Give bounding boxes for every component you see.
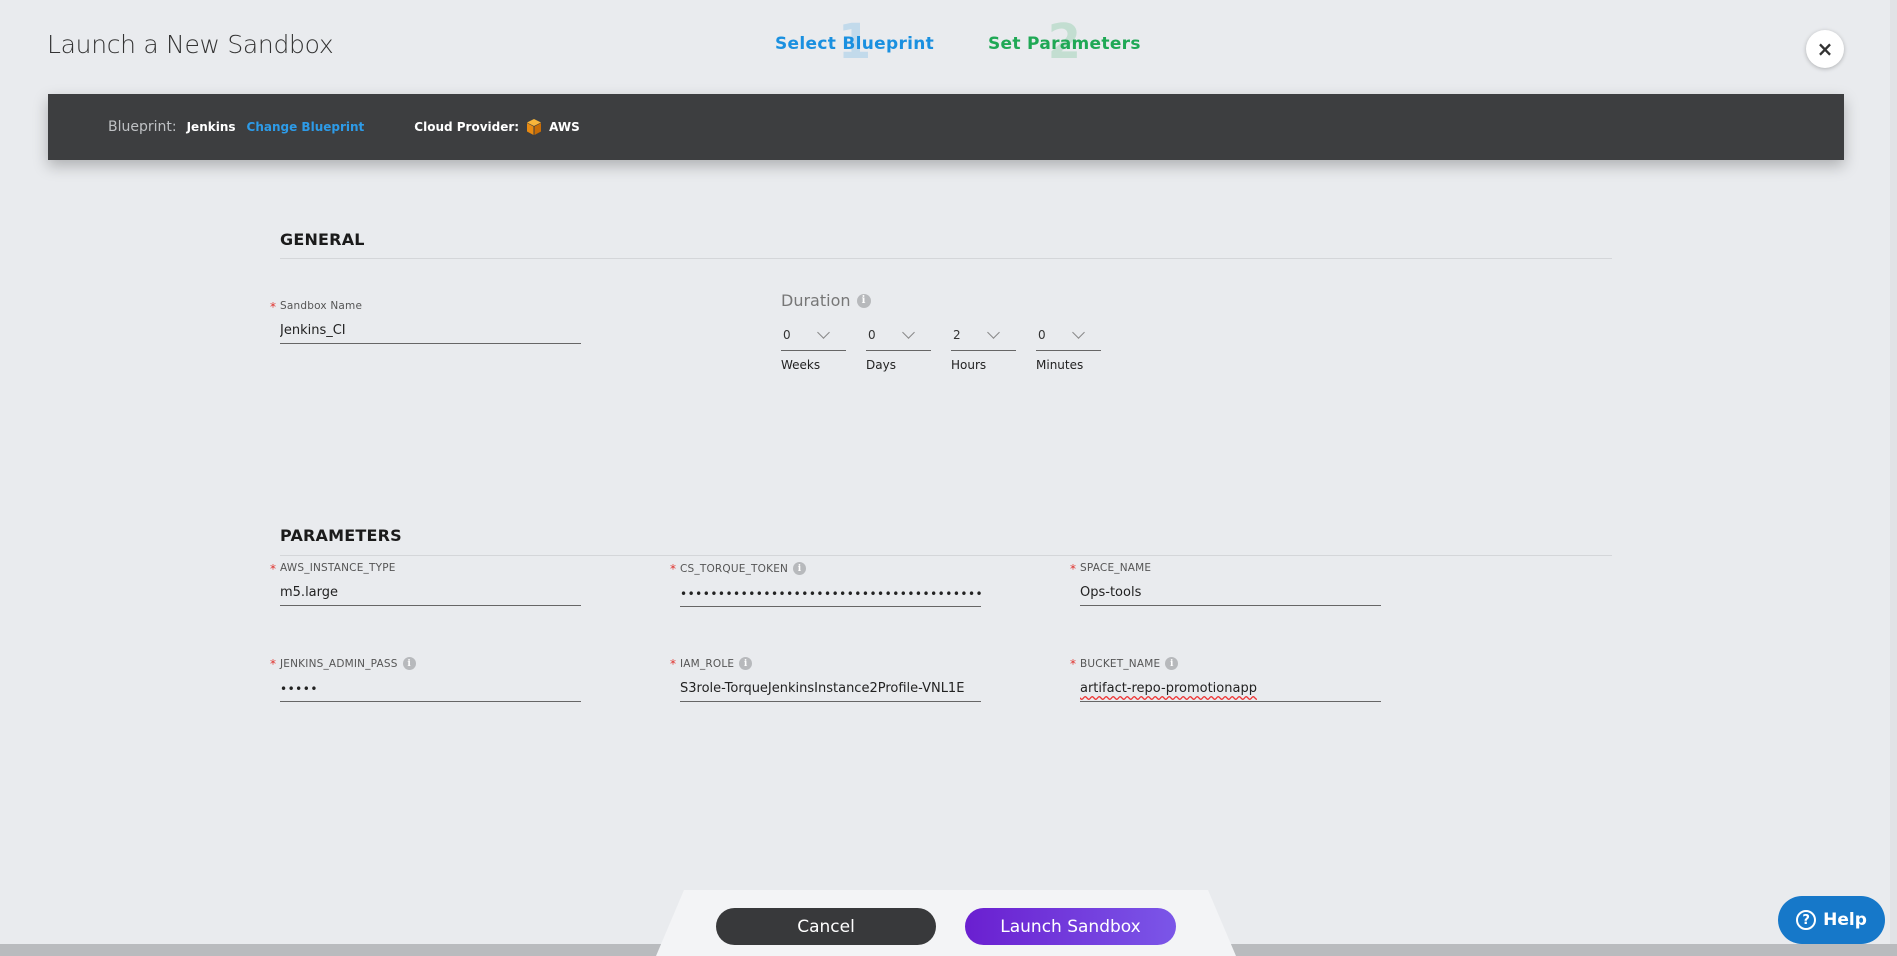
bucket-name-value: artifact-repo-promotionapp (1080, 681, 1257, 696)
param-field: * AWS_INSTANCE_TYPE m5.large (270, 562, 581, 606)
param-label: IAM_ROLE (680, 657, 735, 670)
duration-minutes: 0 Minutes (1036, 320, 1101, 372)
param-field: * CS_TORQUE_TOKEN i •••••••••••••••••••••… (670, 562, 981, 607)
minutes-select[interactable]: 0 (1036, 320, 1101, 351)
chevron-down-icon (817, 326, 830, 339)
aws-instance-type-input[interactable]: m5.large (280, 584, 581, 606)
hours-value: 2 (953, 328, 961, 342)
param-label: BUCKET_NAME (1080, 657, 1161, 670)
general-section-title: GENERAL (280, 230, 365, 249)
weeks-value: 0 (783, 328, 791, 342)
question-icon: ? (1796, 910, 1817, 930)
minutes-value: 0 (1038, 328, 1046, 342)
iam-role-input[interactable]: S3role-TorqueJenkinsInstance2Profile-VNL… (680, 680, 981, 702)
required-marker: * (670, 657, 676, 671)
sandbox-name-label: Sandbox Name (280, 300, 363, 312)
general-divider (280, 258, 1612, 259)
required-marker: * (1070, 562, 1076, 576)
param-label: CS_TORQUE_TOKEN (680, 562, 789, 575)
blueprint-value: Jenkins (186, 120, 236, 134)
blueprint-bar: Blueprint: Jenkins Change Blueprint Clou… (48, 94, 1844, 160)
minutes-unit: Minutes (1036, 358, 1084, 372)
info-icon[interactable]: i (1165, 657, 1179, 670)
sandbox-name-field: * Sandbox Name Jenkins_CI (270, 300, 581, 344)
scrollbar[interactable] (1890, 0, 1897, 944)
help-button[interactable]: ? Help (1778, 896, 1885, 944)
step-label: Select Blueprint (775, 34, 935, 54)
param-label: SPACE_NAME (1080, 562, 1152, 574)
change-blueprint-link[interactable]: Change Blueprint (247, 120, 365, 134)
info-icon[interactable]: i (402, 657, 416, 670)
page-title: Launch a New Sandbox (47, 30, 334, 59)
duration-label-text: Duration (781, 291, 851, 310)
cancel-button[interactable]: Cancel (716, 908, 936, 945)
parameters-section-title: PARAMETERS (280, 526, 402, 545)
info-icon[interactable]: i (793, 562, 807, 575)
close-button[interactable]: × (1806, 30, 1844, 68)
aws-cube-icon (527, 119, 542, 135)
cs-torque-token-input[interactable]: ••••••••••••••••••••••••••••••••••••••••… (680, 585, 981, 607)
required-marker: * (270, 300, 276, 314)
required-marker: * (670, 562, 676, 576)
blueprint-label: Blueprint: (108, 119, 177, 135)
step-label: Set Parameters (988, 34, 1141, 54)
required-marker: * (270, 657, 276, 671)
weeks-select[interactable]: 0 (781, 320, 846, 351)
duration-days: 0 Days (866, 320, 931, 372)
hours-select[interactable]: 2 (951, 320, 1016, 351)
param-field: * BUCKET_NAME i artifact-repo-promotionap… (1070, 657, 1381, 702)
hours-unit: Hours (951, 358, 987, 372)
help-label: Help (1823, 910, 1867, 930)
days-select[interactable]: 0 (866, 320, 931, 351)
close-icon: × (1816, 37, 1834, 61)
required-marker: * (270, 562, 276, 576)
duration-hours: 2 Hours (951, 320, 1016, 372)
jenkins-admin-pass-input[interactable]: ••••• (280, 680, 581, 702)
cloud-provider-value: AWS (549, 120, 580, 134)
parameters-divider (280, 555, 1612, 556)
info-icon[interactable]: i (739, 657, 753, 670)
chevron-down-icon (902, 326, 915, 339)
param-label: AWS_INSTANCE_TYPE (280, 562, 396, 574)
duration-weeks: 0 Weeks (781, 320, 846, 372)
cloud-provider-label: Cloud Provider: (414, 120, 520, 134)
param-field: * SPACE_NAME Ops-tools (1070, 562, 1381, 606)
launch-sandbox-button[interactable]: Launch Sandbox (965, 908, 1176, 945)
weeks-unit: Weeks (781, 358, 821, 372)
step-select-blueprint[interactable]: 1 Select Blueprint (775, 18, 935, 66)
param-field: * IAM_ROLE i S3role-TorqueJenkinsInstance… (670, 657, 981, 702)
param-label: JENKINS_ADMIN_PASS (280, 657, 398, 670)
chevron-down-icon (987, 326, 1000, 339)
days-unit: Days (866, 358, 896, 372)
sandbox-name-input[interactable]: Jenkins_CI (280, 322, 581, 344)
chevron-down-icon (1072, 326, 1085, 339)
duration-label: Duration i (781, 291, 871, 310)
bucket-name-input[interactable]: artifact-repo-promotionapp (1080, 680, 1381, 702)
space-name-input[interactable]: Ops-tools (1080, 584, 1381, 606)
required-marker: * (1070, 657, 1076, 671)
param-field: * JENKINS_ADMIN_PASS i ••••• (270, 657, 581, 702)
days-value: 0 (868, 328, 876, 342)
step-set-parameters[interactable]: 2 Set Parameters (988, 18, 1141, 66)
info-icon[interactable]: i (856, 293, 871, 308)
